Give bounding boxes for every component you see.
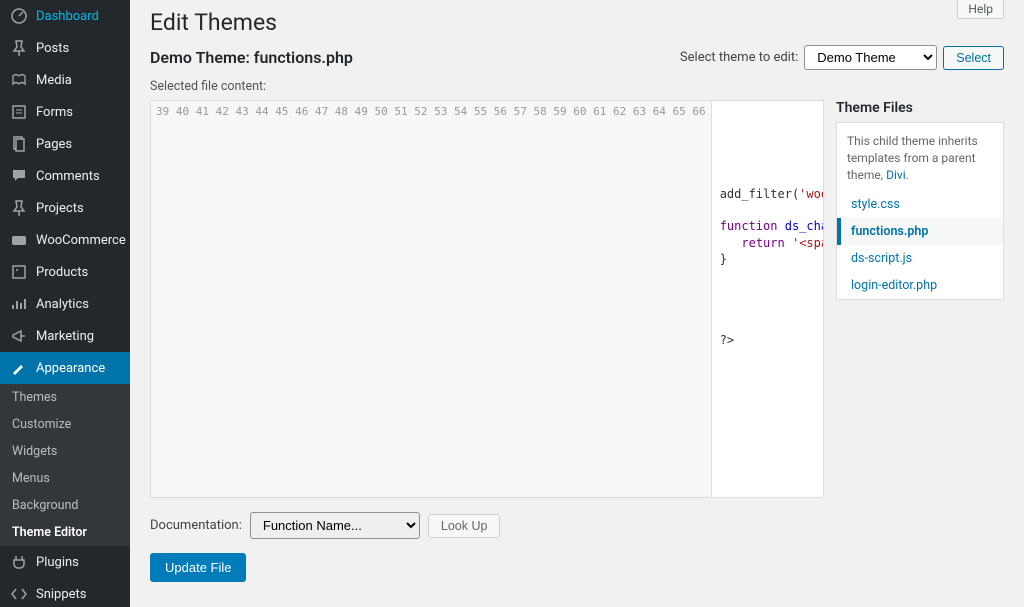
appearance-icon [10, 359, 28, 377]
file-list: style.cssfunctions.phpds-script.jslogin-… [837, 191, 1003, 299]
sidebar-item-posts[interactable]: Posts [0, 32, 130, 64]
sidebar-item-analytics[interactable]: Analytics [0, 288, 130, 320]
code-editor[interactable]: 39 40 41 42 43 44 45 46 47 48 49 50 51 5… [150, 100, 824, 498]
sidebar-item-media[interactable]: Media [0, 64, 130, 96]
dashboard-icon [10, 7, 28, 25]
page-title: Edit Themes [150, 0, 1004, 40]
file-item-login-editor-php[interactable]: login-editor.php [837, 272, 1003, 299]
sidebar-item-pages[interactable]: Pages [0, 128, 130, 160]
sidebar-sub-theme-editor[interactable]: Theme Editor [0, 519, 130, 546]
marketing-icon [10, 327, 28, 345]
sidebar-item-dashboard[interactable]: Dashboard [0, 0, 130, 32]
select-theme-button[interactable]: Select [943, 46, 1004, 70]
sidebar-item-label: Media [36, 73, 72, 88]
theme-files-heading: Theme Files [836, 100, 1004, 116]
sidebar-item-label: Marketing [36, 329, 94, 344]
pin-icon [10, 39, 28, 57]
sidebar-item-products[interactable]: Products [0, 256, 130, 288]
parent-theme-notice: This child theme inherits templates from… [837, 123, 1003, 191]
sidebar-item-label: Appearance [36, 361, 105, 376]
sidebar-item-snippets[interactable]: Snippets [0, 578, 130, 607]
forms-icon [10, 103, 28, 121]
sidebar-item-label: Snippets [36, 587, 87, 602]
line-number-gutter: 39 40 41 42 43 44 45 46 47 48 49 50 51 5… [151, 101, 712, 497]
documentation-row: Documentation: Function Name... Look Up [150, 512, 1004, 539]
pages-icon [10, 135, 28, 153]
sidebar-sub-menus[interactable]: Menus [0, 465, 130, 492]
sidebar-item-label: Dashboard [36, 9, 99, 24]
theme-select[interactable]: Demo Theme [804, 45, 937, 70]
sidebar-item-label: Posts [36, 41, 69, 56]
sidebar-item-label: Comments [36, 169, 100, 184]
code-content[interactable]: add_filter('woocommerce_sale_flash', 'ds… [712, 101, 823, 497]
media-icon [10, 71, 28, 89]
sidebar-submenu: ThemesCustomizeWidgetsMenusBackgroundThe… [0, 384, 130, 546]
sidebar-sub-widgets[interactable]: Widgets [0, 438, 130, 465]
analytics-icon [10, 295, 28, 313]
sidebar-sub-customize[interactable]: Customize [0, 411, 130, 438]
sidebar-item-label: Pages [36, 137, 72, 152]
sidebar-item-projects[interactable]: Projects [0, 192, 130, 224]
main-content: Help Edit Themes Demo Theme: functions.p… [130, 0, 1024, 607]
sidebar-item-label: Projects [36, 201, 84, 216]
sidebar-item-label: WooCommerce [36, 233, 126, 248]
plugins-icon [10, 553, 28, 571]
lookup-button[interactable]: Look Up [428, 514, 501, 538]
sidebar-item-label: Forms [36, 105, 73, 120]
help-button[interactable]: Help [957, 0, 1004, 19]
sidebar-item-woocommerce[interactable]: WooCommerce [0, 224, 130, 256]
documentation-select[interactable]: Function Name... [250, 512, 420, 539]
update-file-button[interactable]: Update File [150, 553, 246, 582]
sidebar-item-label: Plugins [36, 555, 79, 570]
sidebar-item-appearance[interactable]: Appearance [0, 352, 130, 384]
parent-theme-link[interactable]: Divi [886, 168, 906, 182]
file-item-style-css[interactable]: style.css [837, 191, 1003, 218]
sidebar-item-comments[interactable]: Comments [0, 160, 130, 192]
products-icon [10, 263, 28, 281]
sidebar-item-label: Products [36, 265, 88, 280]
select-theme-label: Select theme to edit: [680, 50, 798, 65]
sidebar-item-forms[interactable]: Forms [0, 96, 130, 128]
file-item-functions-php[interactable]: functions.php [837, 218, 1003, 245]
documentation-label: Documentation: [150, 518, 242, 533]
file-item-ds-script-js[interactable]: ds-script.js [837, 245, 1003, 272]
theme-select-row: Select theme to edit: Demo Theme Select [680, 45, 1004, 70]
admin-sidebar: Dashboard Posts Media Forms Pages Comments Pro… [0, 0, 130, 607]
sidebar-item-marketing[interactable]: Marketing [0, 320, 130, 352]
sidebar-sub-themes[interactable]: Themes [0, 384, 130, 411]
snippets-icon [10, 585, 28, 603]
selected-file-label: Selected file content: [150, 79, 1004, 94]
sidebar-item-label: Analytics [36, 297, 89, 312]
woo-icon [10, 231, 28, 249]
pin-icon [10, 199, 28, 217]
sidebar-item-plugins[interactable]: Plugins [0, 546, 130, 578]
sidebar-sub-background[interactable]: Background [0, 492, 130, 519]
theme-files-panel: Theme Files This child theme inherits te… [836, 100, 1004, 300]
comments-icon [10, 167, 28, 185]
